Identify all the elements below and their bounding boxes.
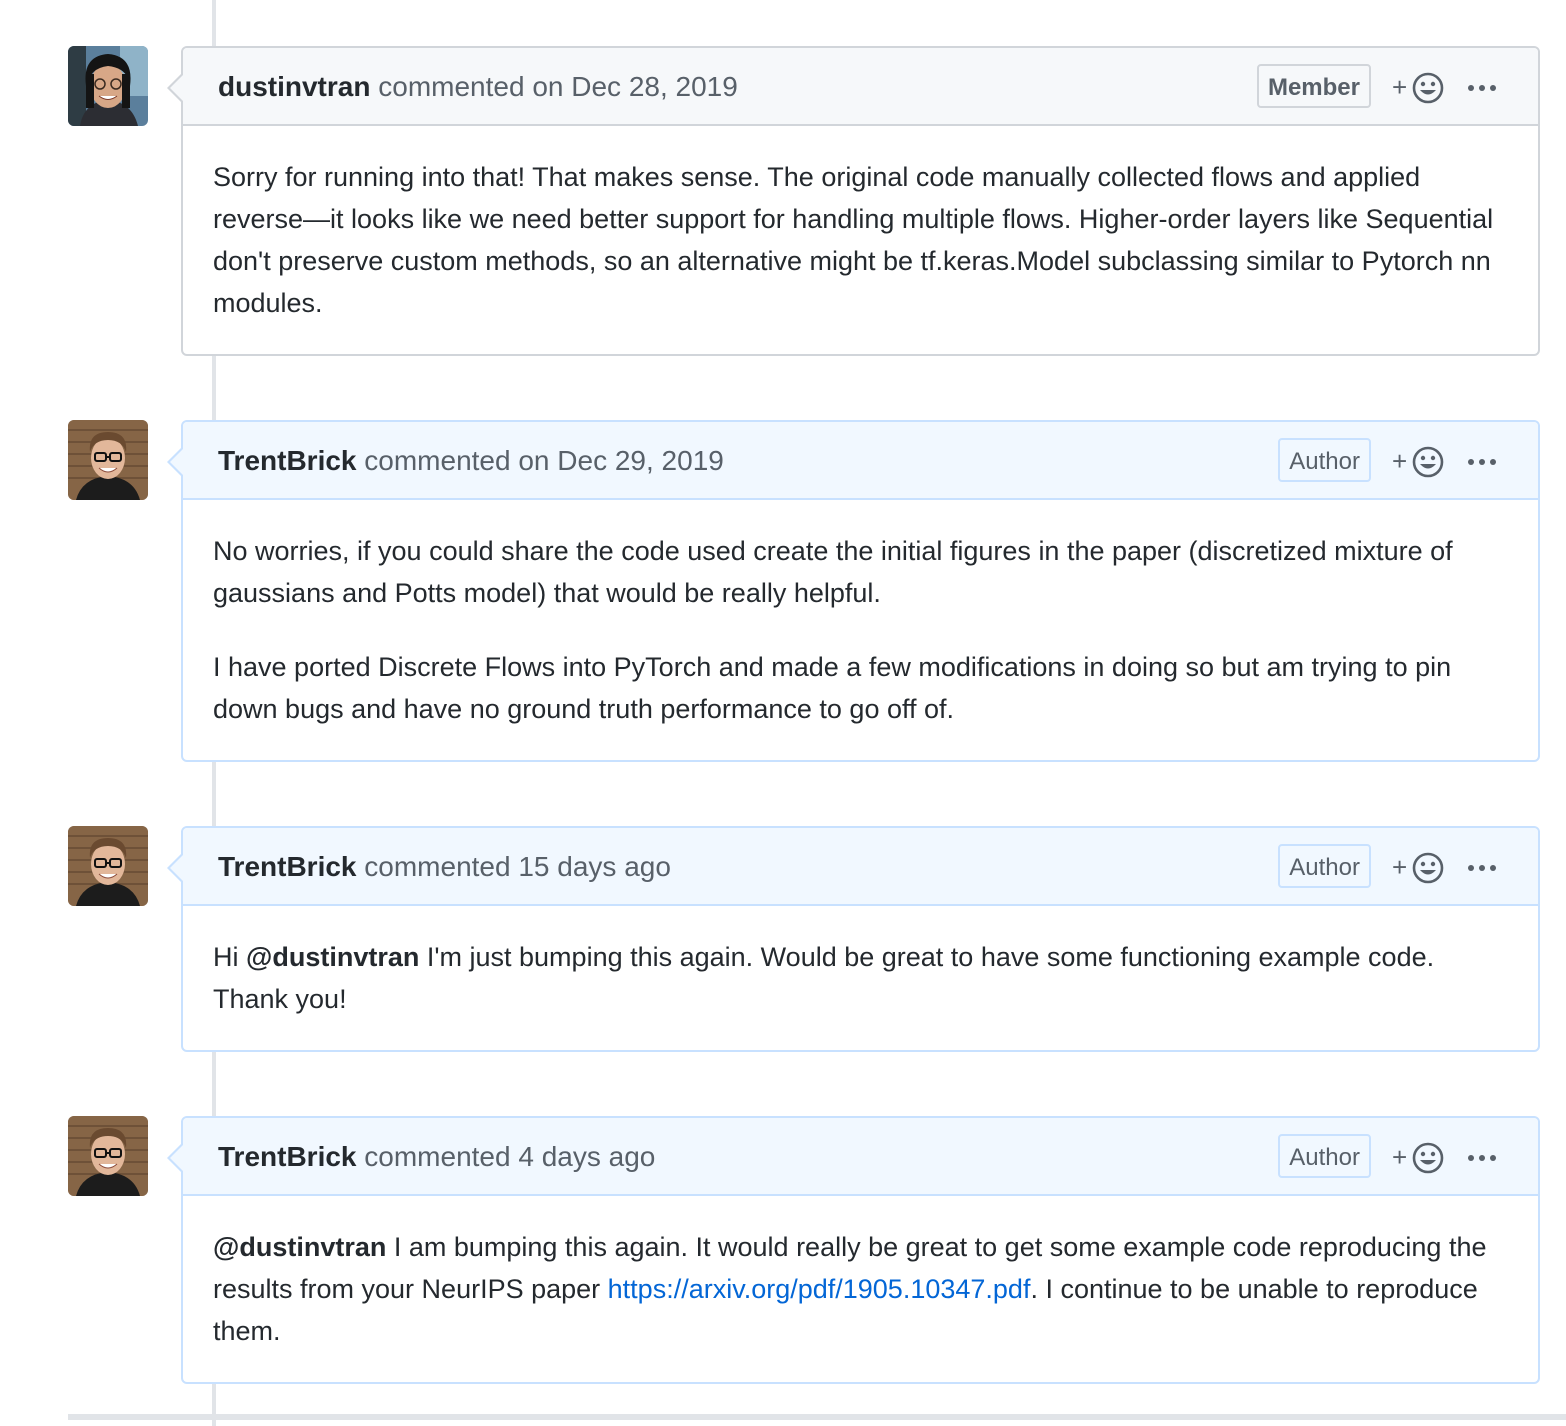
- svg-text:+: +: [1392, 446, 1407, 476]
- add-reaction-button[interactable]: +: [1390, 444, 1448, 480]
- comment-body: No worries, if you could share the code …: [183, 500, 1538, 760]
- role-badge: Author: [1278, 438, 1371, 482]
- comment-timestamp-link[interactable]: Dec 28, 2019: [571, 71, 738, 102]
- comment-body: Hi @dustinvtran I'm just bumping this ag…: [183, 906, 1538, 1050]
- comment-body: Sorry for running into that! That makes …: [183, 126, 1538, 354]
- comment-action: commented on: [378, 71, 564, 102]
- comment-paragraph: Sorry for running into that! That makes …: [213, 162, 1494, 318]
- add-reaction-button[interactable]: +: [1390, 70, 1448, 106]
- role-badge: Author: [1278, 844, 1371, 888]
- avatar[interactable]: [68, 46, 148, 126]
- avatar[interactable]: [68, 826, 148, 906]
- kebab-horizontal-icon: [1468, 85, 1496, 91]
- add-reaction-button[interactable]: +: [1390, 850, 1448, 886]
- comment-author-link[interactable]: TrentBrick: [218, 851, 357, 882]
- kebab-horizontal-icon: [1468, 865, 1496, 871]
- comment-action: commented: [364, 1141, 511, 1172]
- comment-box: TrentBrick commented 15 days ago Author …: [167, 826, 1540, 1052]
- issue-timeline: dustinvtran commented on Dec 28, 2019 Me…: [0, 0, 1566, 1426]
- greeting-text: Hi: [213, 942, 239, 972]
- user-mention-link[interactable]: @dustinvtran: [246, 942, 419, 972]
- comment-paragraph: No worries, if you could share the code …: [213, 536, 1453, 608]
- comment-box: TrentBrick commented 4 days ago Author +: [167, 1116, 1540, 1384]
- smiley-plus-icon: +: [1392, 852, 1444, 884]
- kebab-horizontal-icon: [1468, 1155, 1496, 1161]
- avatar[interactable]: [68, 1116, 148, 1196]
- comment-timestamp-link[interactable]: Dec 29, 2019: [557, 445, 724, 476]
- comment-box: dustinvtran commented on Dec 28, 2019 Me…: [167, 46, 1540, 356]
- comment-timestamp-link[interactable]: 4 days ago: [518, 1141, 655, 1172]
- comment-options-button[interactable]: [1466, 850, 1498, 884]
- svg-text:+: +: [1392, 1142, 1407, 1172]
- comment-box: TrentBrick commented on Dec 29, 2019 Aut…: [167, 420, 1540, 762]
- comment-paragraph: @dustinvtran I am bumping this again. It…: [213, 1226, 1508, 1352]
- comment-timestamp-link[interactable]: 15 days ago: [518, 851, 671, 882]
- comment-options-button[interactable]: [1466, 444, 1498, 478]
- comment-header: dustinvtran commented on Dec 28, 2019 Me…: [183, 48, 1538, 126]
- role-badge: Member: [1256, 64, 1371, 108]
- comment-options-button[interactable]: [1466, 70, 1498, 104]
- comment-author-link[interactable]: dustinvtran: [218, 71, 370, 102]
- svg-text:+: +: [1392, 852, 1407, 882]
- add-reaction-button[interactable]: +: [1390, 1140, 1448, 1176]
- comment-body: @dustinvtran I am bumping this again. It…: [183, 1196, 1538, 1382]
- comment-paragraph: I have ported Discrete Flows into PyTorc…: [213, 652, 1452, 724]
- svg-text:+: +: [1392, 72, 1407, 102]
- comment-header: TrentBrick commented on Dec 29, 2019 Aut…: [183, 422, 1538, 500]
- divider: [68, 1414, 1566, 1420]
- smiley-plus-icon: +: [1392, 446, 1444, 478]
- paper-link[interactable]: https://arxiv.org/pdf/1905.10347.pdf: [608, 1274, 1031, 1304]
- comment-header: TrentBrick commented 15 days ago Author …: [183, 828, 1538, 906]
- role-badge: Author: [1278, 1134, 1371, 1178]
- comment-action: commented: [364, 851, 511, 882]
- comment-action: commented on: [364, 445, 550, 476]
- comment-author-link[interactable]: TrentBrick: [218, 445, 357, 476]
- comment-options-button[interactable]: [1466, 1140, 1498, 1174]
- avatar[interactable]: [68, 420, 148, 500]
- comment-paragraph: Hi @dustinvtran I'm just bumping this ag…: [213, 936, 1508, 1020]
- comment-header: TrentBrick commented 4 days ago Author +: [183, 1118, 1538, 1196]
- comment-author-link[interactable]: TrentBrick: [218, 1141, 357, 1172]
- smiley-plus-icon: +: [1392, 1142, 1444, 1174]
- kebab-horizontal-icon: [1468, 459, 1496, 465]
- user-mention-link[interactable]: @dustinvtran: [213, 1232, 386, 1262]
- smiley-plus-icon: +: [1392, 72, 1444, 104]
